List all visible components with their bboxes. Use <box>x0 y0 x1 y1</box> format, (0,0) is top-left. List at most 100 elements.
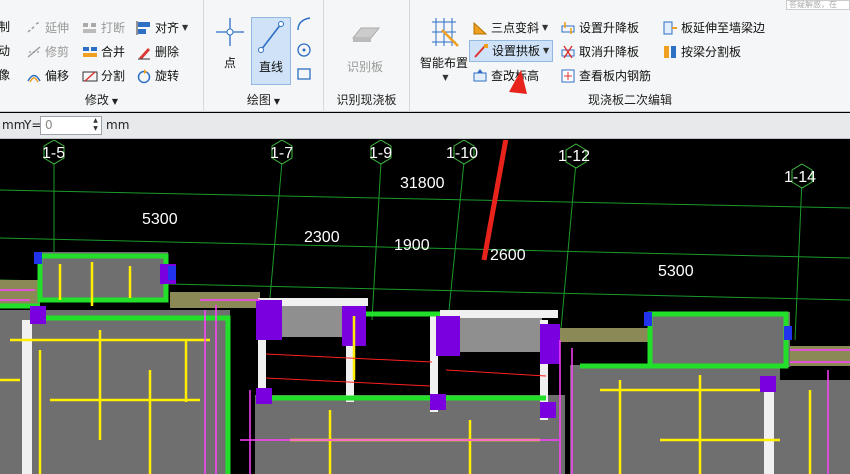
cad-drawing: 1-5 1-7 1-9 1-10 1-12 1-14 31800 5300 23… <box>0 140 850 474</box>
trim-button[interactable]: 修剪 <box>26 44 69 60</box>
slab-edit-group-label: 现浇板二次编辑 <box>587 93 672 107</box>
dimension-text: 5300 <box>658 263 694 280</box>
dimension-text: 31800 <box>400 175 445 192</box>
smart-layout-label: 智能布置 <box>419 56 468 70</box>
axis-label: 1-10 <box>446 145 478 162</box>
extend-button[interactable]: 延伸 <box>26 20 69 36</box>
offset-icon <box>27 74 41 83</box>
copy-label: 复制 <box>0 20 10 34</box>
dimension-text: 2300 <box>304 229 340 246</box>
split-icon <box>82 71 98 82</box>
merge-label: 合并 <box>101 45 126 59</box>
align-label: 对齐 <box>155 21 180 35</box>
slope-icon <box>473 21 488 35</box>
view-slab-rebar-label: 查看板内钢筋 <box>579 69 652 83</box>
arch-slab-icon <box>474 44 488 58</box>
split-by-beam-button[interactable]: 按梁分割板 <box>662 44 741 60</box>
draw-group-label[interactable]: 绘图 ▼ <box>204 91 323 108</box>
rectangle-icon[interactable] <box>296 66 312 82</box>
rotate-button[interactable]: 旋转 <box>136 68 179 84</box>
modify-group: 复制 延伸 打断 对齐▼ 移动 修剪 合并 删除 镜像 偏移 分割 <box>0 0 204 112</box>
rotate-icon <box>137 69 151 84</box>
unit-label-2: mm <box>106 118 130 132</box>
copy-button[interactable]: 复制 <box>0 20 10 34</box>
view-slab-rebar-button[interactable]: 查看板内钢筋 <box>560 68 651 84</box>
dimension-text: 1900 <box>394 237 430 254</box>
cancel-lift-icon <box>561 45 575 59</box>
y-spinner[interactable]: ▲ ▼ <box>90 117 101 134</box>
split-label: 分割 <box>101 69 126 83</box>
axis-label: 1-12 <box>558 148 590 165</box>
line-label: 直线 <box>258 60 283 74</box>
delete-button[interactable]: 删除 <box>136 44 179 60</box>
three-point-slope-label: 三点变斜 <box>491 21 540 35</box>
arc-icon[interactable] <box>296 16 312 32</box>
extend-icon <box>27 21 41 33</box>
lift-slab-icon <box>561 22 575 34</box>
break-button[interactable]: 打断 <box>82 20 125 36</box>
extend-to-wall-beam-button[interactable]: 板延伸至墙梁边 <box>662 20 765 36</box>
chevron-down-icon: ▼ <box>273 97 281 106</box>
smart-layout-button[interactable]: 智能布置 ▼ <box>416 16 472 82</box>
modify-group-title: 修改 <box>84 93 109 107</box>
identify-group-label: 识别现浇板 <box>336 93 397 107</box>
identify-slab-label: 识别板 <box>346 60 383 74</box>
chevron-down-icon: ▼ <box>442 73 449 82</box>
rotate-label: 旋转 <box>155 69 180 83</box>
align-icon <box>136 21 150 35</box>
three-point-slope-button[interactable]: 三点变斜 ▼ <box>472 20 548 36</box>
unit-label: mm <box>2 118 26 132</box>
ribbon-toolbar: 复制 延伸 打断 对齐▼ 移动 修剪 合并 删除 镜像 偏移 分割 <box>0 0 850 112</box>
circle-icon[interactable] <box>296 42 312 58</box>
line-icon <box>258 21 284 53</box>
move-label: 移动 <box>0 44 10 58</box>
modify-group-label[interactable]: 修改 ▼ <box>0 91 203 108</box>
view-rebar-icon <box>561 69 575 83</box>
mirror-label: 镜像 <box>0 68 10 82</box>
break-icon <box>83 23 96 33</box>
trim-label: 修剪 <box>45 45 70 59</box>
identify-slab-button[interactable]: 识别板 <box>334 20 396 75</box>
chevron-down-icon: ▼ <box>182 23 189 32</box>
line-button[interactable]: 直线 <box>251 17 291 85</box>
set-arch-slab-button[interactable]: 设置拱板 ▼ <box>469 40 554 62</box>
check-elevation-button[interactable]: 查改标高 <box>472 68 539 84</box>
check-elevation-label: 查改标高 <box>491 69 540 83</box>
split-button[interactable]: 分割 <box>82 68 125 84</box>
chevron-down-icon: ▼ <box>111 97 119 106</box>
extend-slab-icon <box>663 21 677 35</box>
extend-label: 延伸 <box>45 21 70 35</box>
drawing-canvas[interactable]: 1-5 1-7 1-9 1-10 1-12 1-14 31800 5300 23… <box>0 70 850 474</box>
point-button[interactable]: 点 <box>212 16 248 71</box>
merge-icon <box>83 47 97 57</box>
help-search-input[interactable]: 答疑解惑，在 <box>786 0 850 10</box>
draw-group-title: 绘图 <box>246 93 271 107</box>
axis-label: 1-7 <box>270 145 293 162</box>
move-button[interactable]: 移动 <box>0 44 10 58</box>
elevation-icon <box>473 69 487 82</box>
set-lift-slab-button[interactable]: 设置升降板 <box>560 20 639 36</box>
trim-icon <box>27 46 41 58</box>
point-label: 点 <box>223 56 236 70</box>
identify-group: 识别板 识别现浇板 <box>324 0 410 112</box>
delete-label: 删除 <box>155 45 180 59</box>
y-label: Y= <box>24 118 42 132</box>
align-button[interactable]: 对齐 ▼ <box>136 20 188 36</box>
cancel-lift-slab-button[interactable]: 取消升降板 <box>560 44 639 60</box>
dimension-texts: 31800 5300 2300 1900 2600 5300 <box>142 175 694 280</box>
axis-label: 1-9 <box>369 145 392 162</box>
split-by-beam-label: 按梁分割板 <box>681 45 742 59</box>
draw-group: 点 直线 绘图 ▼ <box>204 0 324 112</box>
dimension-text: 2600 <box>490 247 526 264</box>
split-by-beam-icon <box>664 46 676 58</box>
offset-label: 偏移 <box>45 69 70 83</box>
set-arch-slab-label: 设置拱板 <box>492 44 541 58</box>
mirror-button[interactable]: 镜像 <box>0 68 10 82</box>
extend-to-wall-beam-label: 板延伸至墙梁边 <box>681 21 766 35</box>
merge-button[interactable]: 合并 <box>82 44 125 60</box>
chevron-down-icon: ▼ <box>543 46 550 55</box>
red-lines <box>265 353 547 387</box>
chevron-down-icon: ▼ <box>542 23 549 32</box>
coordinate-bar: mm Y= 0 ▲ ▼ mm <box>0 113 850 139</box>
offset-button[interactable]: 偏移 <box>26 68 69 84</box>
